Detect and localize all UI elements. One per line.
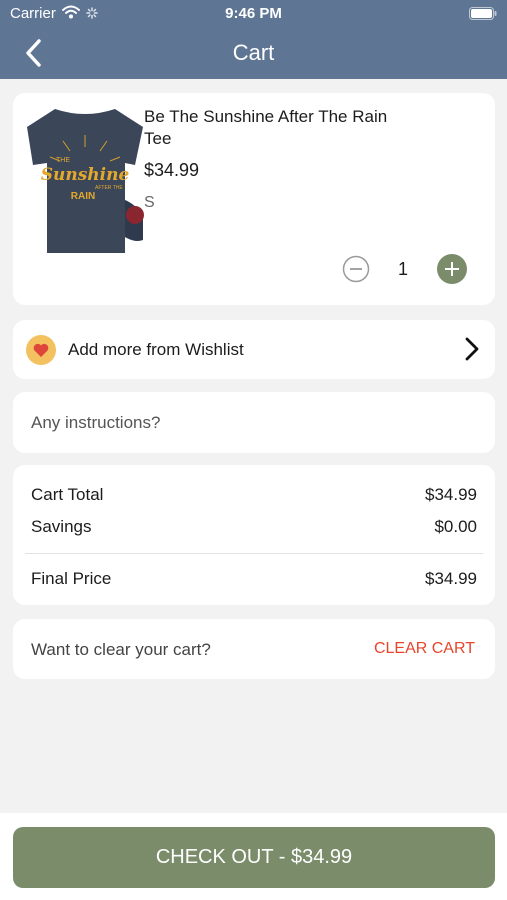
battery-icon: [469, 7, 497, 20]
status-bar: Carrier 9:46 PM: [0, 0, 507, 28]
wishlist-label: Add more from Wishlist: [68, 340, 244, 359]
clear-cart-prompt: Want to clear your cart?: [31, 640, 211, 659]
instructions-card: [13, 392, 495, 453]
product-image: THE Sunshine AFTER THE RAIN: [25, 105, 145, 255]
quantity-decrease-button[interactable]: [342, 255, 370, 283]
cart-item-card: THE Sunshine AFTER THE RAIN Be The Sunsh…: [13, 93, 495, 305]
clear-cart-card: Want to clear your cart? CLEAR CART: [13, 619, 495, 679]
divider: [25, 553, 483, 554]
product-price: $34.99: [144, 160, 200, 180]
image-text-rain: RAIN: [71, 191, 95, 202]
checkout-footer: CHECK OUT - $34.99: [0, 813, 507, 900]
product-size: S: [144, 194, 155, 211]
clear-cart-button[interactable]: CLEAR CART: [374, 640, 475, 658]
final-price-value: $34.99: [425, 569, 477, 588]
savings-label: Savings: [31, 517, 92, 536]
chevron-right-icon: [465, 337, 479, 361]
wishlist-row[interactable]: Add more from Wishlist: [13, 320, 495, 379]
heart-icon: [26, 335, 56, 365]
cart-total-label: Cart Total: [31, 485, 104, 504]
final-price-label: Final Price: [31, 569, 112, 588]
quantity-increase-button[interactable]: [437, 254, 467, 284]
navigation-header: Carrier 9:46 PM Cart: [0, 0, 507, 79]
image-text-after: AFTER THE: [95, 185, 123, 191]
page-title: Cart: [232, 40, 275, 65]
status-time: 9:46 PM: [225, 5, 282, 22]
image-text-the: THE: [56, 157, 70, 164]
quantity-value: 1: [397, 259, 408, 279]
product-name: Be The Sunshine After The Rain Tee: [144, 107, 388, 148]
totals-card: Cart Total $34.99 Savings $0.00 Final Pr…: [13, 465, 495, 605]
image-text-sunshine: Sunshine: [41, 165, 130, 185]
instructions-input[interactable]: [13, 392, 495, 453]
cart-total-value: $34.99: [425, 485, 477, 504]
savings-value: $0.00: [434, 517, 477, 536]
checkout-button[interactable]: CHECK OUT - $34.99: [13, 827, 495, 888]
